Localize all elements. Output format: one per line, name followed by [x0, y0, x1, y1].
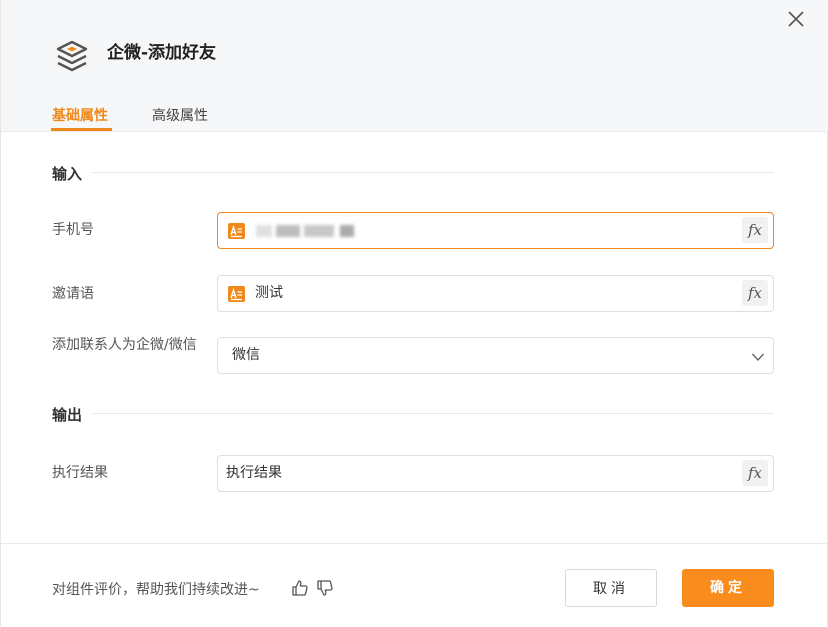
output-section-divider	[92, 413, 774, 414]
phone-label: 手机号	[52, 222, 94, 238]
dialog-title: 企微-添加好友	[107, 43, 217, 63]
invitation-label: 邀请语	[52, 286, 94, 302]
input-section-title: 输入	[52, 165, 83, 183]
active-tab-indicator	[51, 128, 112, 131]
contact-type-select[interactable]: 微信	[217, 337, 774, 374]
text-variable-icon	[228, 286, 245, 302]
output-section-title: 输出	[52, 406, 83, 424]
thumbs-down-icon[interactable]	[316, 579, 334, 597]
input-section-divider	[92, 172, 774, 173]
result-label: 执行结果	[52, 465, 108, 481]
add-friend-dialog: 企微-添加好友 基础属性 高级属性 输入 手机号 fx 邀请语 测试 fx 添加…	[0, 0, 828, 626]
result-value: 执行结果	[226, 465, 282, 481]
invitation-value: 测试	[255, 285, 283, 301]
tab-basic-properties[interactable]: 基础属性	[52, 106, 108, 126]
tab-advanced-properties[interactable]: 高级属性	[152, 106, 208, 126]
feedback-text: 对组件评价，帮助我们持续改进~	[52, 582, 260, 598]
fx-button[interactable]: fx	[742, 460, 768, 486]
cancel-button[interactable]: 取消	[565, 569, 657, 607]
dialog-header: 企微-添加好友 基础属性 高级属性	[1, 0, 828, 132]
close-icon[interactable]	[785, 8, 807, 30]
thumbs-up-icon[interactable]	[291, 579, 309, 597]
phone-input[interactable]: fx	[217, 212, 774, 249]
layers-icon	[56, 40, 88, 72]
invitation-input[interactable]: 测试 fx	[217, 275, 774, 312]
fx-button[interactable]: fx	[742, 280, 768, 306]
text-variable-icon	[228, 223, 245, 239]
confirm-button[interactable]: 确定	[682, 569, 774, 607]
contact-type-selected: 微信	[232, 347, 260, 363]
result-input[interactable]: 执行结果 fx	[217, 455, 774, 492]
chevron-down-icon	[751, 353, 765, 362]
contact-type-label: 添加联系人为企微/微信	[52, 337, 197, 353]
fx-button[interactable]: fx	[742, 217, 768, 243]
dialog-footer: 对组件评价，帮助我们持续改进~ 取消 确定	[1, 543, 828, 627]
